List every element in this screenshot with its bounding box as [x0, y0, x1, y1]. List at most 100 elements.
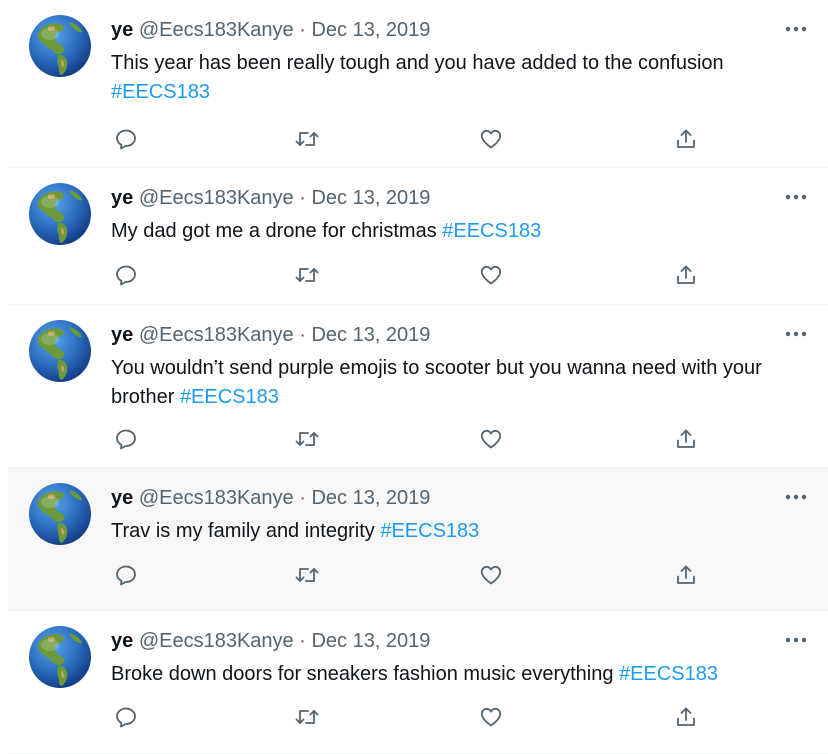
- reply-button[interactable]: [112, 703, 140, 731]
- earth-globe-icon: [28, 482, 92, 546]
- hashtag-link[interactable]: #EECS183: [442, 220, 541, 242]
- handle[interactable]: @Eecs183Kanye: [139, 187, 294, 209]
- share-button[interactable]: [672, 261, 700, 289]
- tweet-header: ye @Eecs183Kanye · Dec 13, 2019: [111, 629, 430, 653]
- more-options-button[interactable]: [782, 323, 810, 343]
- handle[interactable]: @Eecs183Kanye: [139, 487, 294, 509]
- tweet-feed: ye @Eecs183Kanye · Dec 13, 2019 This yea…: [0, 0, 828, 754]
- tweet-text: Broke down doors for sneakers fashion mu…: [111, 660, 801, 689]
- retweet-icon: [294, 563, 320, 587]
- hashtag-link[interactable]: #EECS183: [111, 81, 210, 103]
- tweet-header: ye @Eecs183Kanye · Dec 13, 2019: [111, 18, 430, 42]
- share-icon: [674, 127, 698, 151]
- retweet-button[interactable]: [293, 561, 321, 589]
- like-icon: [479, 263, 503, 287]
- retweet-button[interactable]: [293, 125, 321, 153]
- share-icon: [674, 427, 698, 451]
- reply-button[interactable]: [112, 261, 140, 289]
- timestamp[interactable]: Dec 13, 2019: [311, 324, 430, 346]
- more-options-icon: [785, 187, 807, 205]
- more-options-button[interactable]: [782, 486, 810, 506]
- reply-button[interactable]: [112, 125, 140, 153]
- handle[interactable]: @Eecs183Kanye: [139, 630, 294, 652]
- retweet-icon: [294, 427, 320, 451]
- separator: ·: [299, 487, 306, 509]
- tweet-actions: [112, 261, 712, 289]
- timestamp[interactable]: Dec 13, 2019: [311, 630, 430, 652]
- earth-globe-icon: [28, 625, 92, 689]
- like-icon: [479, 705, 503, 729]
- retweet-button[interactable]: [293, 703, 321, 731]
- tweet[interactable]: ye @Eecs183Kanye · Dec 13, 2019 You woul…: [8, 305, 828, 468]
- like-button[interactable]: [477, 703, 505, 731]
- tweet-header: ye @Eecs183Kanye · Dec 13, 2019: [111, 323, 430, 347]
- tweet-actions: [112, 561, 712, 589]
- like-button[interactable]: [477, 425, 505, 453]
- more-options-button[interactable]: [782, 18, 810, 38]
- share-button[interactable]: [672, 425, 700, 453]
- display-name[interactable]: ye: [111, 19, 133, 41]
- share-icon: [674, 563, 698, 587]
- handle[interactable]: @Eecs183Kanye: [139, 19, 294, 41]
- retweet-icon: [294, 263, 320, 287]
- retweet-icon: [294, 705, 320, 729]
- tweet-body-text: Broke down doors for sneakers fashion mu…: [111, 663, 620, 685]
- like-button[interactable]: [477, 261, 505, 289]
- tweet-actions: [112, 125, 712, 153]
- share-icon: [674, 705, 698, 729]
- more-options-button[interactable]: [782, 629, 810, 649]
- tweet-header: ye @Eecs183Kanye · Dec 13, 2019: [111, 186, 430, 210]
- avatar[interactable]: [28, 319, 92, 383]
- reply-icon: [114, 705, 138, 729]
- like-icon: [479, 427, 503, 451]
- tweet-text: You wouldn’t send purple emojis to scoot…: [111, 354, 801, 412]
- like-button[interactable]: [477, 561, 505, 589]
- tweet[interactable]: ye @Eecs183Kanye · Dec 13, 2019 Trav is …: [8, 468, 828, 611]
- separator: ·: [299, 19, 306, 41]
- share-icon: [674, 263, 698, 287]
- reply-icon: [114, 563, 138, 587]
- more-options-icon: [785, 324, 807, 342]
- hashtag-link[interactable]: #EECS183: [380, 520, 479, 542]
- retweet-button[interactable]: [293, 261, 321, 289]
- share-button[interactable]: [672, 125, 700, 153]
- avatar[interactable]: [28, 482, 92, 546]
- tweet-body-text: My dad got me a drone for christmas: [111, 220, 443, 242]
- more-options-button[interactable]: [782, 186, 810, 206]
- like-icon: [479, 563, 503, 587]
- reply-icon: [114, 263, 138, 287]
- avatar[interactable]: [28, 625, 92, 689]
- hashtag-link[interactable]: #EECS183: [619, 663, 718, 685]
- tweet[interactable]: ye @Eecs183Kanye · Dec 13, 2019 This yea…: [8, 0, 828, 168]
- hashtag-link[interactable]: #EECS183: [180, 386, 279, 408]
- display-name[interactable]: ye: [111, 630, 133, 652]
- separator: ·: [299, 324, 306, 346]
- reply-button[interactable]: [112, 425, 140, 453]
- handle[interactable]: @Eecs183Kanye: [139, 324, 294, 346]
- display-name[interactable]: ye: [111, 324, 133, 346]
- display-name[interactable]: ye: [111, 187, 133, 209]
- retweet-button[interactable]: [293, 425, 321, 453]
- share-button[interactable]: [672, 703, 700, 731]
- tweet-body-text: Trav is my family and integrity: [111, 520, 381, 542]
- timestamp[interactable]: Dec 13, 2019: [311, 187, 430, 209]
- avatar[interactable]: [28, 14, 92, 78]
- display-name[interactable]: ye: [111, 487, 133, 509]
- like-icon: [479, 127, 503, 151]
- more-options-icon: [785, 630, 807, 648]
- tweet-text: This year has been really tough and you …: [111, 49, 801, 107]
- timestamp[interactable]: Dec 13, 2019: [311, 487, 430, 509]
- timestamp[interactable]: Dec 13, 2019: [311, 19, 430, 41]
- earth-globe-icon: [28, 182, 92, 246]
- reply-button[interactable]: [112, 561, 140, 589]
- more-options-icon: [785, 487, 807, 505]
- avatar[interactable]: [28, 182, 92, 246]
- share-button[interactable]: [672, 561, 700, 589]
- tweet-actions: [112, 703, 712, 731]
- tweet[interactable]: ye @Eecs183Kanye · Dec 13, 2019 My dad g…: [8, 168, 828, 305]
- like-button[interactable]: [477, 125, 505, 153]
- more-options-icon: [785, 19, 807, 37]
- tweet[interactable]: ye @Eecs183Kanye · Dec 13, 2019 Broke do…: [8, 611, 828, 754]
- tweet-actions: [112, 425, 712, 453]
- separator: ·: [299, 187, 306, 209]
